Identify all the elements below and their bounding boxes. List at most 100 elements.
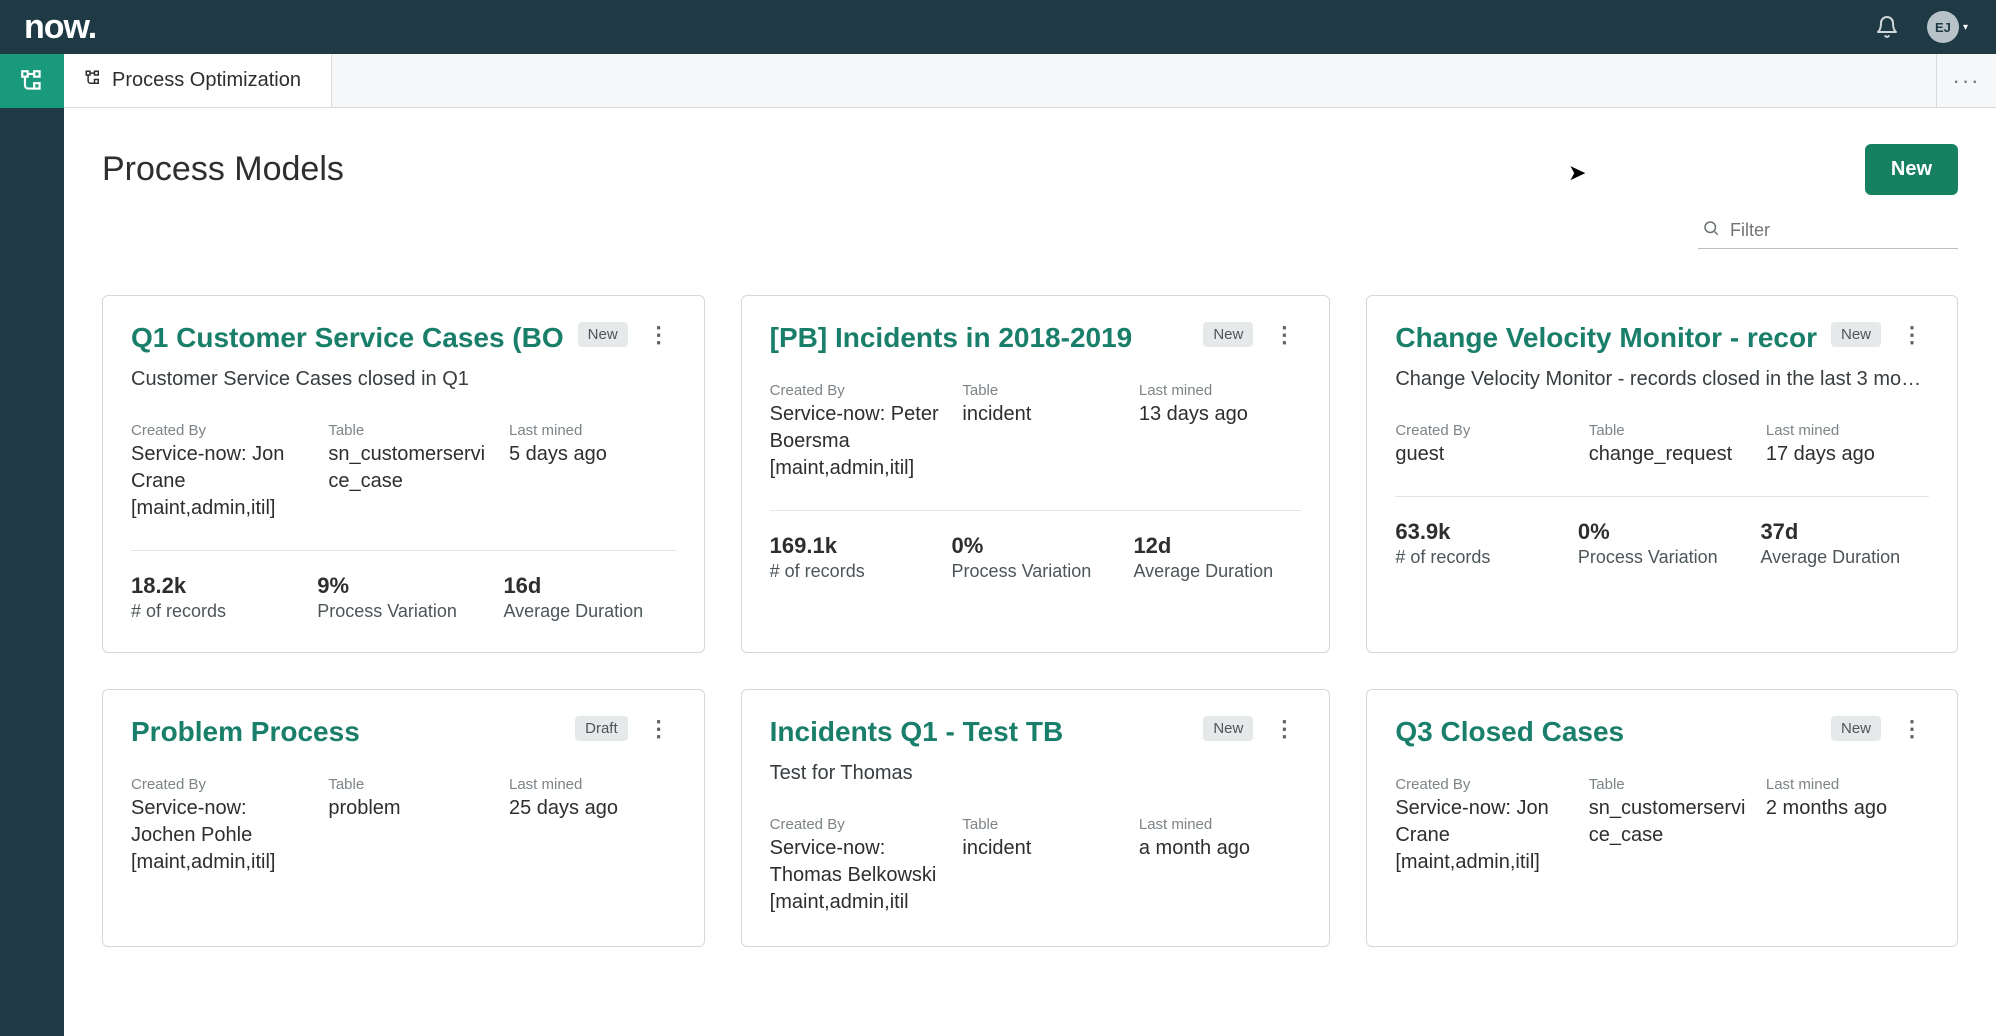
tree-icon	[84, 69, 102, 93]
last-mined-label: Last mined	[1766, 422, 1929, 439]
avg-duration-value: 16d	[503, 573, 675, 599]
status-badge: New	[1831, 716, 1881, 741]
card-title[interactable]: [PB] Incidents in 2018-2019	[770, 322, 1190, 354]
process-model-card: Change Velocity Monitor - recor New ⋮ Ch…	[1366, 295, 1958, 653]
card-title[interactable]: Incidents Q1 - Test TB	[770, 716, 1190, 748]
filter-box[interactable]	[1698, 213, 1958, 249]
card-menu-button[interactable]: ⋮	[1895, 716, 1929, 742]
last-mined-label: Last mined	[1766, 776, 1929, 793]
process-model-card: Incidents Q1 - Test TB New ⋮ Test for Th…	[741, 689, 1331, 947]
divider	[770, 510, 1302, 511]
variation-value: 0%	[1578, 519, 1747, 545]
card-title[interactable]: Change Velocity Monitor - recor	[1395, 322, 1817, 354]
created-by-label: Created By	[131, 422, 314, 439]
variation-label: Process Variation	[952, 561, 1120, 582]
last-mined-label: Last mined	[509, 776, 676, 793]
new-button[interactable]: New	[1865, 144, 1958, 195]
table-label: Table	[1589, 422, 1752, 439]
created-by-label: Created By	[131, 776, 314, 793]
process-model-card: Problem Process Draft ⋮ Created By Servi…	[102, 689, 705, 947]
table-value: sn_customerservice_case	[1589, 795, 1752, 849]
card-menu-button[interactable]: ⋮	[1267, 322, 1301, 348]
page-title: Process Models	[102, 150, 344, 189]
avatar: EJ	[1927, 11, 1959, 43]
created-by-label: Created By	[1395, 776, 1574, 793]
card-description: Customer Service Cases closed in Q1	[131, 368, 676, 394]
variation-label: Process Variation	[317, 601, 489, 622]
card-menu-button[interactable]: ⋮	[1267, 716, 1301, 742]
last-mined-value: 25 days ago	[509, 795, 676, 822]
card-description: Change Velocity Monitor - records closed…	[1395, 368, 1929, 394]
avg-duration-label: Average Duration	[1133, 561, 1301, 582]
tab-strip: Process Optimization ···	[64, 54, 1996, 108]
nav-tree-button[interactable]	[0, 54, 64, 108]
table-value: change_request	[1589, 441, 1752, 468]
user-menu[interactable]: EJ ▾	[1927, 11, 1968, 43]
created-by-label: Created By	[770, 382, 949, 399]
last-mined-label: Last mined	[1139, 382, 1301, 399]
divider	[131, 550, 676, 551]
variation-value: 0%	[952, 533, 1120, 559]
created-by-value: Service-now: Jochen Pohle [maint,admin,i…	[131, 795, 314, 876]
brand-bar: now. EJ ▾	[0, 0, 1996, 54]
filter-input[interactable]	[1730, 220, 1962, 241]
created-by-value: guest	[1395, 441, 1574, 468]
table-label: Table	[962, 382, 1124, 399]
variation-label: Process Variation	[1578, 547, 1747, 568]
created-by-value: Service-now: Thomas Belkowski [maint,adm…	[770, 835, 949, 916]
last-mined-label: Last mined	[509, 422, 676, 439]
last-mined-value: 13 days ago	[1139, 401, 1301, 428]
card-description: Test for Thomas	[770, 762, 1302, 788]
created-by-value: Service-now: Jon Crane [maint,admin,itil…	[1395, 795, 1574, 876]
variation-value: 9%	[317, 573, 489, 599]
table-value: sn_customerservice_case	[328, 441, 495, 495]
avg-duration-label: Average Duration	[503, 601, 675, 622]
table-value: incident	[962, 401, 1124, 428]
status-badge: Draft	[575, 716, 628, 741]
card-menu-button[interactable]: ⋮	[642, 322, 676, 348]
status-badge: New	[1203, 322, 1253, 347]
avg-duration-value: 37d	[1760, 519, 1929, 545]
avg-duration-value: 12d	[1133, 533, 1301, 559]
tab-label: Process Optimization	[112, 69, 301, 92]
last-mined-value: a month ago	[1139, 835, 1301, 862]
status-badge: New	[1203, 716, 1253, 741]
table-value: incident	[962, 835, 1124, 862]
table-label: Table	[328, 422, 495, 439]
avg-duration-label: Average Duration	[1760, 547, 1929, 568]
card-menu-button[interactable]: ⋮	[642, 716, 676, 742]
process-model-card: Q1 Customer Service Cases (BO New ⋮ Cust…	[102, 295, 705, 653]
records-value: 169.1k	[770, 533, 938, 559]
card-title[interactable]: Q3 Closed Cases	[1395, 716, 1817, 748]
notifications-icon[interactable]	[1875, 15, 1899, 39]
records-value: 18.2k	[131, 573, 303, 599]
records-label: # of records	[770, 561, 938, 582]
records-label: # of records	[1395, 547, 1564, 568]
created-by-value: Service-now: Peter Boersma [maint,admin,…	[770, 401, 949, 482]
card-menu-button[interactable]: ⋮	[1895, 322, 1929, 348]
process-model-card: [PB] Incidents in 2018-2019 New ⋮ Create…	[741, 295, 1331, 653]
last-mined-value: 5 days ago	[509, 441, 676, 468]
tab-overflow-button[interactable]: ···	[1936, 54, 1996, 107]
created-by-label: Created By	[770, 816, 949, 833]
table-value: problem	[328, 795, 495, 822]
card-title[interactable]: Q1 Customer Service Cases (BO	[131, 322, 564, 354]
table-label: Table	[1589, 776, 1752, 793]
process-model-card: Q3 Closed Cases New ⋮ Created By Service…	[1366, 689, 1958, 947]
records-value: 63.9k	[1395, 519, 1564, 545]
divider	[1395, 496, 1929, 497]
chevron-down-icon: ▾	[1963, 22, 1968, 33]
created-by-value: Service-now: Jon Crane [maint,admin,itil…	[131, 441, 314, 522]
records-label: # of records	[131, 601, 303, 622]
status-badge: New	[1831, 322, 1881, 347]
card-title[interactable]: Problem Process	[131, 716, 561, 748]
last-mined-label: Last mined	[1139, 816, 1301, 833]
tab-process-optimization[interactable]: Process Optimization	[64, 54, 332, 107]
search-icon	[1702, 219, 1720, 242]
created-by-label: Created By	[1395, 422, 1574, 439]
last-mined-value: 2 months ago	[1766, 795, 1929, 822]
table-label: Table	[328, 776, 495, 793]
status-badge: New	[578, 322, 628, 347]
table-label: Table	[962, 816, 1124, 833]
cards-grid: Q1 Customer Service Cases (BO New ⋮ Cust…	[102, 295, 1958, 947]
